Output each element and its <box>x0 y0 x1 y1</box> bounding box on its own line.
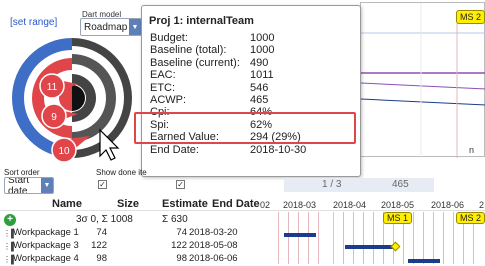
milestone-ms2[interactable]: MS 2 <box>456 212 485 224</box>
project-tooltip: Proj 1: internalTeam Budget: 1000 Baseline… <box>141 5 361 177</box>
table-row[interactable]: ⋮▌ Workpackage 4 98 98 2018-06-06 <box>0 253 485 266</box>
tooltip-row-label: ACWP: <box>150 94 187 106</box>
gantt-bar[interactable] <box>284 233 316 237</box>
col-header-estimate[interactable]: Estimate <box>162 198 208 210</box>
pager-page: 1 / 3 <box>322 179 342 190</box>
option-checkbox[interactable]: ✓ <box>176 180 185 189</box>
tooltip-row-value: 2018-10-30 <box>250 144 307 156</box>
month-label: 2018-04 <box>333 200 367 210</box>
month-label: 2 <box>479 200 485 210</box>
milestone-diamond-icon <box>390 241 401 252</box>
row-estimate: 122 <box>171 240 187 251</box>
col-header-end-date[interactable]: End Date <box>212 198 260 210</box>
cost-chart: n <box>360 2 485 158</box>
row-end-date: 2018-03-20 <box>189 227 238 238</box>
milestone-ms2-top[interactable]: MS 2 <box>456 10 485 24</box>
table-row[interactable]: ⋮▌ Workpackage 3 122 122 2018-05-08 <box>0 240 485 253</box>
table-row[interactable]: ⋮▌ Workpackage 1 74 74 2018-03-20 <box>0 227 485 240</box>
row-end-date: 2018-06-06 <box>189 253 238 264</box>
gantt-bar[interactable] <box>345 245 395 249</box>
tooltip-row-label: Budget: <box>150 32 188 44</box>
row-size: 74 <box>96 227 107 238</box>
row-name: Workpackage 1 <box>13 227 79 238</box>
pager-number: 465 <box>392 179 409 190</box>
row-name: Workpackage 3 <box>13 240 79 251</box>
month-label: 2018-05 <box>381 200 415 210</box>
tooltip-row-value: 465 <box>250 94 269 106</box>
tooltip-row-label: End Date: <box>150 144 199 156</box>
row-size: 122 <box>91 240 107 251</box>
svg-text:11: 11 <box>47 82 58 93</box>
col-header-size[interactable]: Size <box>117 198 139 210</box>
tooltip-row-label: ETC: <box>150 82 176 94</box>
month-label: 2018-03 <box>283 200 317 210</box>
tooltip-title: Proj 1: internalTeam <box>149 15 254 27</box>
tooltip-row-label: Baseline (total): <box>150 44 227 56</box>
tooltip-row-value: 546 <box>250 82 269 94</box>
set-range-link[interactable]: [set range] <box>10 17 57 28</box>
dart-board: 11 9 10 <box>12 38 132 163</box>
row-estimate: 74 <box>176 227 187 238</box>
cpi-spi-highlight <box>134 112 356 144</box>
tooltip-row-label: EAC: <box>150 69 176 81</box>
month-label: 2018-06 <box>431 200 465 210</box>
tooltip-row-label: Baseline (current): <box>150 57 240 69</box>
row-estimate: 98 <box>176 253 187 264</box>
tooltip-row-value: 1011 <box>250 69 274 81</box>
drag-handle-icon[interactable]: ⋮▌ <box>3 242 17 251</box>
tooltip-row-value: 490 <box>250 57 269 69</box>
sort-order-select[interactable]: Start date ▼ <box>4 177 54 194</box>
svg-text:10: 10 <box>58 146 70 157</box>
show-done-label: Show done ite <box>96 168 147 177</box>
milestone-ms1[interactable]: MS 1 <box>383 212 413 224</box>
svg-text:9: 9 <box>51 112 57 123</box>
show-done-checkbox[interactable]: ✓ <box>98 180 107 189</box>
row-end-date: 2018-05-08 <box>189 240 238 251</box>
drag-handle-icon[interactable]: ⋮▌ <box>3 229 17 238</box>
summary-estimate: Σ 630 <box>162 214 188 225</box>
row-size: 98 <box>96 253 107 264</box>
pager-bar <box>284 178 434 192</box>
row-name: Workpackage 4 <box>13 253 79 264</box>
add-item-button[interactable]: + <box>4 214 16 226</box>
sort-order-label: Sort order <box>4 168 40 177</box>
chevron-down-icon[interactable]: ▼ <box>41 178 53 193</box>
col-header-name[interactable]: Name <box>52 198 82 210</box>
drag-handle-icon[interactable]: ⋮▌ <box>3 255 17 264</box>
tooltip-row-value: 1000 <box>250 32 275 44</box>
month-label: 02 <box>260 200 271 210</box>
sort-order-value: Start date <box>8 177 30 194</box>
tooltip-row-value: 1000 <box>250 44 275 56</box>
svg-text:n: n <box>469 145 474 155</box>
divider <box>0 210 485 211</box>
summary-size: 3σ 0, Σ 1008 <box>76 214 133 225</box>
gantt-bar[interactable] <box>408 259 440 263</box>
